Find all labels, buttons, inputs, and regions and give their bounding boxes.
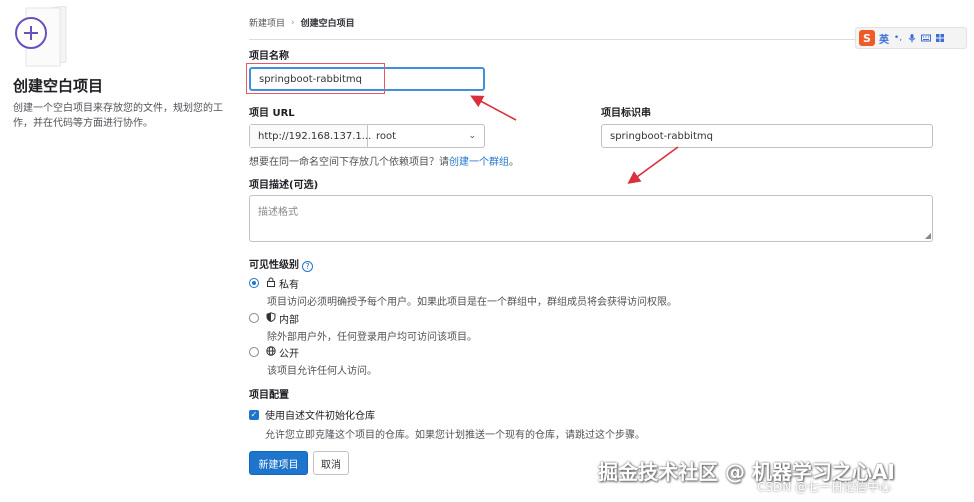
radio-private[interactable] — [249, 278, 259, 288]
project-url-label: 项目 URL — [249, 108, 295, 119]
lock-icon — [265, 277, 276, 290]
readme-description: 允许您立即克隆这个项目的仓库。如果您计划推送一个现有的仓库，请跳过这个步骤。 — [265, 430, 645, 441]
readme-label: 使用自述文件初始化仓库 — [265, 411, 375, 422]
internal-title: 内部 — [279, 315, 299, 326]
left-panel-title: 创建空白项目 — [13, 77, 104, 95]
create-group-link[interactable]: 创建一个群组 — [449, 157, 509, 168]
radio-internal[interactable] — [249, 313, 259, 323]
group-hint-text: 想要在同一命名空间下存放几个依赖项目？请 — [249, 157, 449, 168]
punctuation-icon[interactable]: •, — [893, 33, 903, 43]
create-project-button[interactable]: 新建项目 — [249, 451, 308, 475]
ime-toolbar: S 英 •, — [855, 27, 967, 49]
readme-option[interactable]: ✓ 使用自述文件初始化仓库 — [249, 407, 375, 422]
resize-handle-icon[interactable]: ◢ — [925, 232, 931, 240]
shield-icon — [265, 312, 276, 325]
visibility-option-public[interactable]: 公开 该项目允许任何人访问。 — [249, 345, 377, 377]
breadcrumb-current: 创建空白项目 — [300, 19, 355, 29]
breadcrumb-new-project[interactable]: 新建项目 — [249, 16, 285, 29]
chevron-down-icon: ⌄ — [468, 131, 476, 141]
group-hint-end: 。 — [509, 157, 519, 168]
grid-icon[interactable] — [935, 33, 945, 43]
breadcrumb-separator: › — [291, 17, 295, 28]
globe-icon — [265, 346, 276, 359]
arrow-to-slug-input — [627, 146, 679, 184]
watermark-sub: CSDN @七一日记信中心 — [757, 480, 892, 494]
internal-description: 除外部用户外，任何登录用户均可访问该项目。 — [267, 332, 477, 343]
project-url-prefix: http://192.168.137.1... — [250, 125, 371, 147]
public-description: 该项目允许任何人访问。 — [267, 366, 377, 377]
private-description: 项目访问必须明确授予每个用户。如果此项目是在一个群组中，群组成员将会获得访问权限… — [267, 297, 677, 308]
blank-project-illustration — [15, 6, 67, 67]
sogou-logo-icon[interactable]: S — [859, 30, 875, 46]
project-name-label: 项目名称 — [249, 51, 289, 62]
description-placeholder: 描述格式 — [258, 207, 298, 218]
mic-icon[interactable] — [907, 33, 917, 43]
header-divider — [249, 39, 935, 40]
breadcrumb: 新建项目 › 创建空白项目 — [249, 16, 355, 30]
visibility-option-private[interactable]: 私有 项目访问必须明确授予每个用户。如果此项目是在一个群组中，群组成员将会获得访… — [249, 276, 677, 308]
visibility-label: 可见性级别? — [249, 256, 313, 272]
visibility-label-text: 可见性级别 — [249, 260, 299, 271]
namespace-select[interactable]: root ⌄ — [368, 125, 484, 147]
keyboard-icon[interactable] — [921, 33, 931, 43]
description-label: 项目描述(可选) — [249, 180, 319, 191]
project-config-label: 项目配置 — [249, 390, 289, 401]
readme-checkbox[interactable]: ✓ — [249, 409, 259, 420]
arrow-to-name-input — [470, 95, 517, 121]
description-textarea[interactable]: 描述格式 ◢ — [249, 195, 933, 242]
project-url-group: http://192.168.137.1... root ⌄ — [249, 124, 485, 148]
radio-public[interactable] — [249, 347, 259, 357]
project-slug-input[interactable]: springboot-rabbitmq — [601, 124, 933, 148]
namespace-value: root — [376, 130, 397, 142]
project-slug-label: 项目标识串 — [601, 108, 651, 119]
visibility-option-internal[interactable]: 内部 除外部用户外，任何登录用户均可访问该项目。 — [249, 311, 477, 343]
help-icon[interactable]: ? — [302, 261, 313, 272]
group-hint: 想要在同一命名空间下存放几个依赖项目？请创建一个群组。 — [249, 153, 519, 168]
annotation-highlight-box — [246, 63, 385, 94]
ime-mode-toggle[interactable]: 英 — [879, 31, 889, 46]
private-title: 私有 — [279, 280, 299, 291]
public-title: 公开 — [279, 349, 299, 360]
left-panel-description: 创建一个空白项目来存放您的文件，规划您的工作，并在代码等方面进行协作。 — [13, 103, 223, 129]
cancel-button[interactable]: 取消 — [313, 451, 349, 475]
